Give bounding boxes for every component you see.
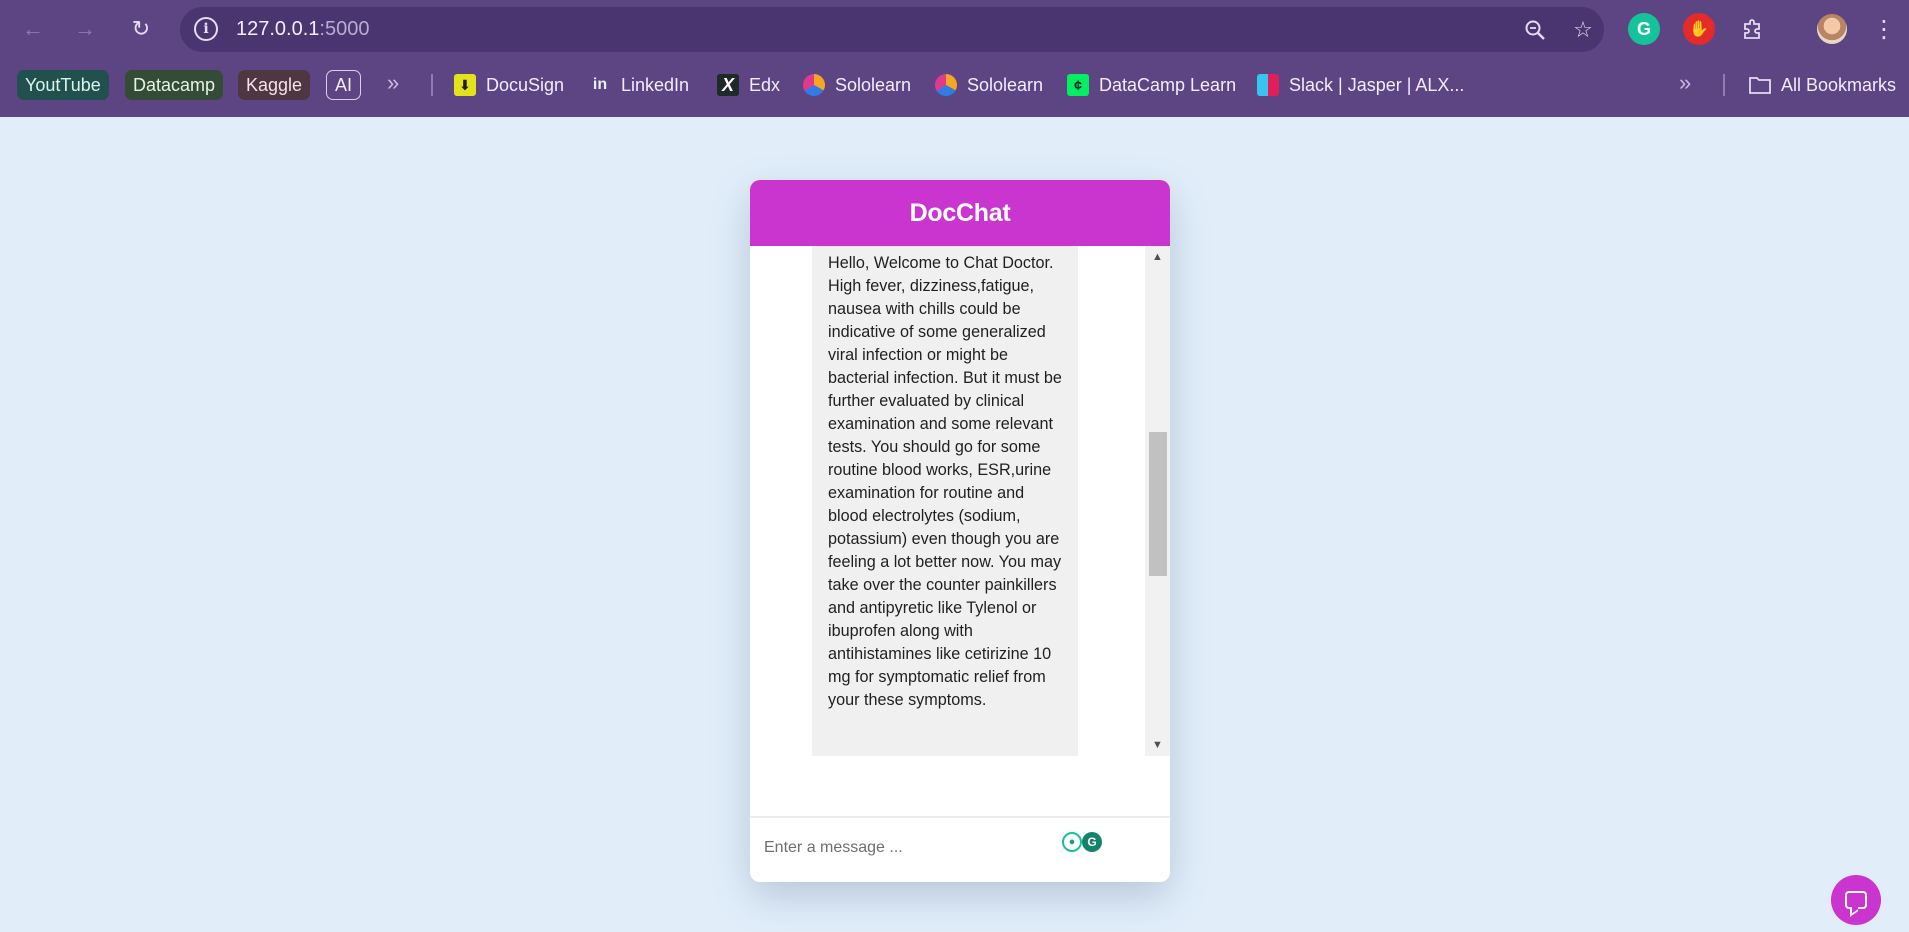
- bookmark-linkedin[interactable]: in LinkedIn: [589, 70, 689, 100]
- bookmarks-divider: [431, 74, 433, 96]
- address-bar[interactable]: i 127.0.0.1:5000 ☆: [180, 7, 1604, 52]
- arrow-right-icon: →: [74, 16, 96, 41]
- back-button[interactable]: ←: [16, 12, 50, 46]
- star-icon[interactable]: ☆: [1568, 15, 1598, 45]
- kebab-menu-icon[interactable]: ⋮: [1872, 14, 1896, 44]
- arrow-left-icon: ←: [22, 16, 44, 41]
- bookmark-label: DocuSign: [486, 74, 565, 95]
- bookmark-tag-label: AI: [326, 70, 362, 100]
- puzzle-icon[interactable]: [1737, 13, 1769, 45]
- url-text[interactable]: 127.0.0.1:5000: [236, 18, 369, 41]
- bookmark-label: Sololearn: [967, 74, 1044, 95]
- all-bookmarks-button[interactable]: All Bookmarks: [1749, 70, 1896, 100]
- linkedin-icon: in: [589, 74, 611, 96]
- reload-icon: ↻: [131, 16, 151, 41]
- chat-launcher-button[interactable]: [1831, 875, 1881, 925]
- message-scrollbar[interactable]: ▲ ▼: [1145, 246, 1170, 756]
- message-list: Hello, Welcome to Chat Doctor. High feve…: [750, 246, 1170, 882]
- stop-label: ✋: [1689, 21, 1709, 38]
- bookmark-tag-label: Kaggle: [238, 70, 311, 100]
- sololearn-icon: [803, 74, 825, 96]
- app-title: DocChat: [909, 198, 1011, 227]
- bookmark-label: LinkedIn: [621, 74, 690, 95]
- scroll-thumb[interactable]: [1149, 432, 1167, 576]
- chevron-double-right-icon[interactable]: »: [1679, 70, 1691, 96]
- bot-message-bubble: Hello, Welcome to Chat Doctor. High feve…: [812, 246, 1078, 756]
- bookmark-slack[interactable]: Slack | Jasper | ALX...: [1257, 70, 1464, 100]
- scroll-up-button[interactable]: ▲: [1145, 248, 1170, 266]
- zoom-icon[interactable]: [1520, 15, 1550, 45]
- chevron-double-right-icon[interactable]: »: [387, 70, 399, 96]
- grammarly-label: G: [1636, 18, 1651, 39]
- browser-chrome: ← → ↻ i 127.0.0.1:5000 ☆ G ✋ ⋮ YoutTube …: [0, 0, 1909, 117]
- more-glyph: »: [1679, 70, 1692, 95]
- slack-icon: [1257, 74, 1279, 96]
- info-icon[interactable]: i: [194, 17, 218, 41]
- bookmark-label: Slack | Jasper | ALX...: [1289, 74, 1465, 95]
- url-host: 127.0.0.1: [236, 18, 320, 40]
- more-glyph: »: [387, 70, 400, 95]
- docusign-icon: ⬇: [454, 74, 476, 96]
- bookmark-label: Sololearn: [835, 74, 912, 95]
- bookmark-tag-youtube[interactable]: YoutTube: [17, 70, 109, 100]
- url-port: :5000: [319, 18, 370, 40]
- message-composer: ● G: [750, 816, 1170, 882]
- message-input[interactable]: [764, 828, 1064, 868]
- bookmark-tag-label: YoutTube: [17, 70, 109, 100]
- profile-avatar[interactable]: [1817, 14, 1847, 44]
- docchat-window: DocChat Hello, Welcome to Chat Doctor. H…: [750, 180, 1170, 882]
- message-scroll-area[interactable]: Hello, Welcome to Chat Doctor. High feve…: [750, 246, 1170, 756]
- bookmark-label: DataCamp Learn: [1099, 74, 1237, 95]
- all-bookmarks-label: All Bookmarks: [1781, 74, 1897, 95]
- bookmarks-divider: [1723, 74, 1725, 96]
- sololearn-icon: [935, 74, 957, 96]
- chat-bubble-icon: [1845, 891, 1867, 909]
- bookmarks-bar: YoutTube Datacamp Kaggle AI » ⬇ DocuSign …: [0, 62, 1909, 108]
- forward-button[interactable]: →: [68, 12, 102, 46]
- edx-icon: X: [717, 74, 739, 96]
- folder-icon: [1749, 74, 1771, 96]
- bookmark-tag-kaggle[interactable]: Kaggle: [238, 70, 311, 100]
- bookmark-sololearn-2[interactable]: Sololearn: [935, 70, 1043, 100]
- bookmark-docusign[interactable]: ⬇ DocuSign: [454, 70, 564, 100]
- datacamp-icon: ¢: [1067, 74, 1089, 96]
- bookmark-tag-datacamp[interactable]: Datacamp: [125, 70, 224, 100]
- stop-hand-extension-icon[interactable]: ✋: [1683, 13, 1715, 45]
- bookmark-label: Edx: [749, 74, 781, 95]
- bookmark-datacamp-learn[interactable]: ¢ DataCamp Learn: [1067, 70, 1236, 100]
- scroll-down-button[interactable]: ▼: [1145, 736, 1170, 754]
- browser-toolbar: ← → ↻ i 127.0.0.1:5000 ☆ G ✋ ⋮: [0, 0, 1909, 58]
- grammarly-icon[interactable]: G: [1082, 832, 1102, 852]
- bookmark-edx[interactable]: X Edx: [717, 70, 780, 100]
- reload-button[interactable]: ↻: [124, 12, 158, 46]
- grammarly-suggestion-icon[interactable]: ●: [1062, 832, 1082, 852]
- bookmark-tag-label: Datacamp: [125, 70, 224, 100]
- bookmark-tag-ai[interactable]: AI: [326, 70, 362, 100]
- chat-header: DocChat: [750, 180, 1170, 246]
- grammarly-extension-icon[interactable]: G: [1628, 13, 1660, 45]
- bookmark-sololearn-1[interactable]: Sololearn: [803, 70, 911, 100]
